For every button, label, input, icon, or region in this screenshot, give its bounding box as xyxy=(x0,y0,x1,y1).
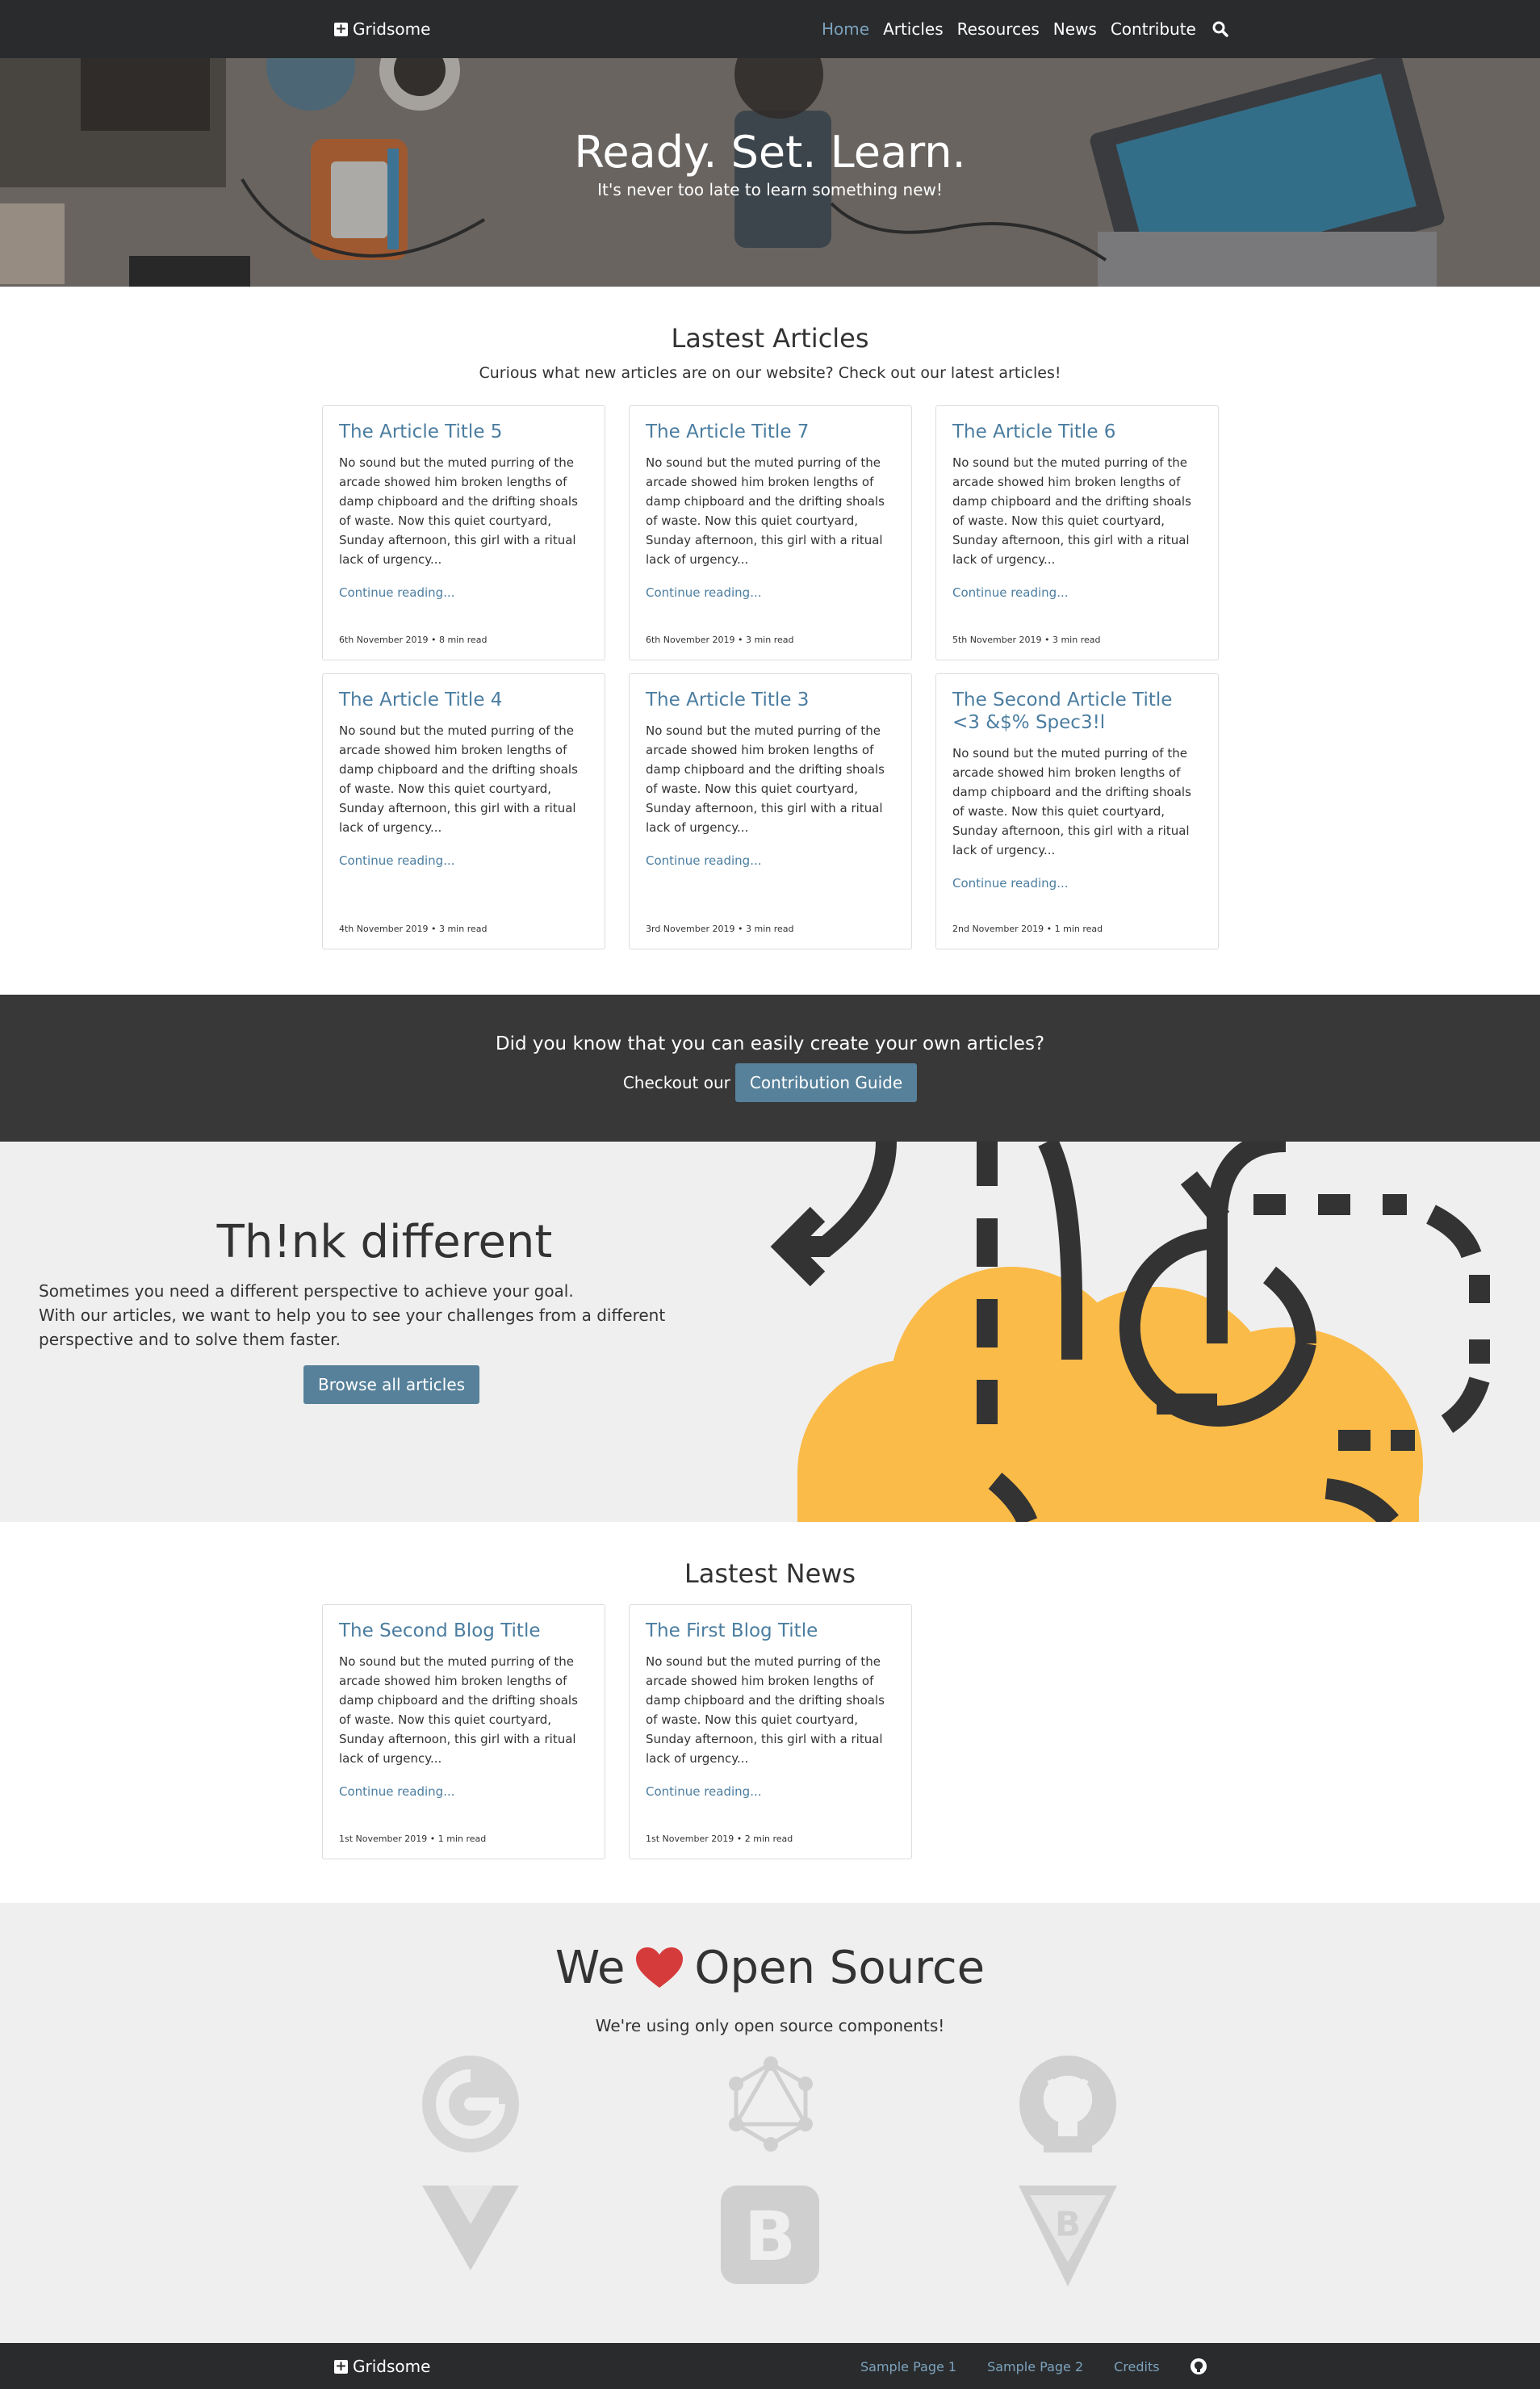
cta-question: Did you know that you can easily create … xyxy=(495,1033,1045,1054)
continue-reading-link[interactable]: Continue reading... xyxy=(339,1784,455,1799)
hero-banner: Ready. Set. Learn. It's never too late t… xyxy=(0,58,1540,287)
think-title: Th!nk different xyxy=(216,1216,553,1268)
heart-icon xyxy=(636,1947,684,1988)
article-excerpt: No sound but the muted purring of the ar… xyxy=(339,723,578,835)
article-title-link[interactable]: The Article Title 6 xyxy=(952,421,1202,443)
news-meta: 1st November 2019 • 1 min read xyxy=(339,1834,487,1844)
continue-reading-link[interactable]: Continue reading... xyxy=(952,585,1069,600)
footer-brand-label: Gridsome xyxy=(353,2357,431,2376)
continue-reading-link[interactable]: Continue reading... xyxy=(339,853,455,868)
github-logo-icon[interactable] xyxy=(1019,2056,1116,2152)
article-title-link[interactable]: The Article Title 4 xyxy=(339,689,588,711)
article-title-link[interactable]: The Article Title 7 xyxy=(646,421,895,443)
open-source-heading: We Open Source xyxy=(0,1942,1540,1994)
brand-link[interactable]: + Gridsome xyxy=(334,16,430,42)
brand-label: Gridsome xyxy=(353,19,431,39)
svg-text:B: B xyxy=(744,2197,796,2276)
article-card: The Article Title 6 No sound but the mut… xyxy=(935,405,1219,660)
article-title-link[interactable]: The Second Article Title <3 &$% Spec3!l xyxy=(952,689,1202,734)
article-excerpt: No sound but the muted purring of the ar… xyxy=(646,723,885,835)
footer: + Gridsome Sample Page 1 Sample Page 2 C… xyxy=(0,2343,1540,2389)
nav-home[interactable]: Home xyxy=(822,19,869,39)
footer-link-sample-page-1[interactable]: Sample Page 1 xyxy=(860,2359,956,2374)
news-card: The Second Blog Title No sound but the m… xyxy=(322,1604,605,1859)
news-card: The First Blog Title No sound but the mu… xyxy=(629,1604,912,1859)
top-navbar: + Gridsome Home Articles Resources News … xyxy=(0,0,1540,58)
nav-news[interactable]: News xyxy=(1053,19,1097,39)
vue-logo-icon[interactable] xyxy=(422,2186,519,2274)
article-meta: 6th November 2019 • 3 min read xyxy=(646,635,794,645)
open-source-section: We Open Source We're using only open sou… xyxy=(0,1903,1540,2343)
article-card: The Article Title 5 No sound but the mut… xyxy=(322,405,605,660)
plus-square-icon: + xyxy=(334,2358,348,2374)
footer-brand-link[interactable]: + Gridsome xyxy=(334,2353,430,2379)
bootstrap-vue-logo-icon[interactable]: B xyxy=(1019,2186,1117,2286)
contribution-banner: Did you know that you can easily create … xyxy=(0,995,1540,1142)
open-source-subtitle: We're using only open source components! xyxy=(595,2016,945,2035)
continue-reading-link[interactable]: Continue reading... xyxy=(646,585,762,600)
article-meta: 4th November 2019 • 3 min read xyxy=(339,924,488,934)
articles-heading: Lastest Articles xyxy=(671,323,869,354)
article-meta: 6th November 2019 • 8 min read xyxy=(339,635,488,645)
nav-articles[interactable]: Articles xyxy=(883,19,944,39)
news-excerpt: No sound but the muted purring of the ar… xyxy=(339,1654,578,1766)
article-excerpt: No sound but the muted purring of the ar… xyxy=(952,455,1191,567)
news-excerpt: No sound but the muted purring of the ar… xyxy=(646,1654,885,1766)
brain-illustration-icon xyxy=(770,1142,1490,1522)
open-source-heading-before: We xyxy=(554,1942,626,1994)
article-meta: 3rd November 2019 • 3 min read xyxy=(646,924,794,934)
article-meta: 2nd November 2019 • 1 min read xyxy=(952,924,1103,934)
footer-link-credits[interactable]: Credits xyxy=(1114,2359,1159,2374)
article-title-link[interactable]: The Article Title 3 xyxy=(646,689,895,711)
think-line: With our articles, we want to help you t… xyxy=(39,1306,666,1349)
article-card: The Article Title 3 No sound but the mut… xyxy=(629,673,912,949)
think-line: Sometimes you need a different perspecti… xyxy=(39,1281,574,1301)
nav-contribute[interactable]: Contribute xyxy=(1111,19,1196,39)
article-title-link[interactable]: The Article Title 5 xyxy=(339,421,588,443)
footer-nav: Sample Page 1 Sample Page 2 Credits xyxy=(860,2356,1207,2377)
bootstrap-logo-icon[interactable]: B xyxy=(721,2186,819,2284)
browse-all-articles-button[interactable]: Browse all articles xyxy=(303,1365,480,1404)
main-nav: Home Articles Resources News Contribute xyxy=(822,16,1229,42)
article-card: The Article Title 4 No sound but the mut… xyxy=(322,673,605,949)
continue-reading-link[interactable]: Continue reading... xyxy=(646,1784,762,1799)
svg-text:B: B xyxy=(1055,2204,1081,2244)
footer-link-sample-page-2[interactable]: Sample Page 2 xyxy=(987,2359,1083,2374)
nav-resources[interactable]: Resources xyxy=(957,19,1040,39)
article-card: The Article Title 7 No sound but the mut… xyxy=(629,405,912,660)
hero-title: Ready. Set. Learn. xyxy=(574,127,966,178)
articles-subtitle: Curious what new articles are on our web… xyxy=(479,364,1061,382)
news-heading: Lastest News xyxy=(684,1558,856,1589)
continue-reading-link[interactable]: Continue reading... xyxy=(339,585,455,600)
gridsome-logo-icon[interactable] xyxy=(422,2056,519,2152)
article-meta: 5th November 2019 • 3 min read xyxy=(952,635,1101,645)
github-icon[interactable] xyxy=(1190,2358,1207,2374)
continue-reading-link[interactable]: Continue reading... xyxy=(952,876,1069,891)
graphql-logo-icon[interactable] xyxy=(722,2056,819,2152)
hero-subtitle: It's never too late to learn something n… xyxy=(597,180,943,199)
open-source-heading-after: Open Source xyxy=(694,1942,986,1994)
cta-prefix: Checkout our xyxy=(622,1073,730,1092)
plus-square-icon: + xyxy=(334,20,348,37)
news-title-link[interactable]: The First Blog Title xyxy=(646,1620,895,1642)
contribution-guide-button[interactable]: Contribution Guide xyxy=(734,1063,918,1102)
continue-reading-link[interactable]: Continue reading... xyxy=(646,853,762,868)
article-excerpt: No sound but the muted purring of the ar… xyxy=(952,746,1191,857)
think-different-section: Th!nk different Sometimes you need a dif… xyxy=(0,1142,1540,1522)
article-card: The Second Article Title <3 &$% Spec3!l … xyxy=(935,673,1219,949)
news-title-link[interactable]: The Second Blog Title xyxy=(339,1620,588,1642)
news-meta: 1st November 2019 • 2 min read xyxy=(646,1834,793,1844)
article-excerpt: No sound but the muted purring of the ar… xyxy=(339,455,578,567)
article-excerpt: No sound but the muted purring of the ar… xyxy=(646,455,885,567)
think-description: Sometimes you need a different perspecti… xyxy=(39,1279,733,1352)
search-icon[interactable] xyxy=(1211,20,1229,38)
